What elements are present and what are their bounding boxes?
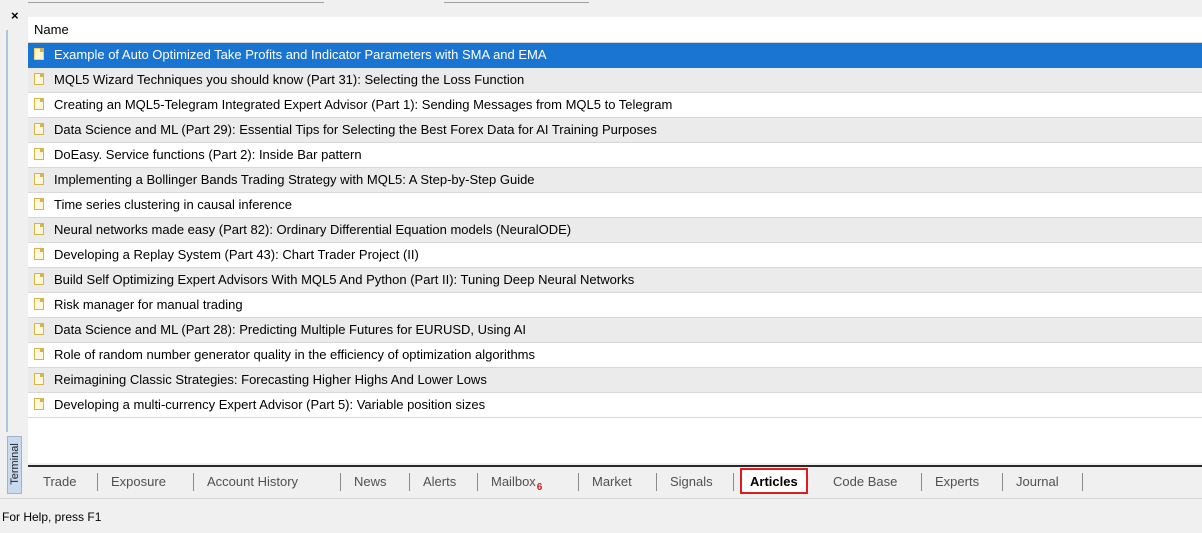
article-title: Role of random number generator quality …	[54, 347, 536, 362]
article-title: Risk manager for manual trading	[54, 297, 243, 312]
top-strip	[28, 0, 1202, 6]
list-item[interactable]: DoEasy. Service functions (Part 2): Insi…	[28, 143, 1202, 168]
terminal-side-tab-label: Terminal	[9, 443, 21, 485]
document-icon	[34, 73, 44, 85]
document-icon	[34, 223, 44, 235]
close-icon[interactable]: ×	[11, 9, 19, 22]
tab-mailbox-label: Mailbox	[491, 474, 536, 489]
article-title: Developing a multi-currency Expert Advis…	[54, 397, 486, 412]
tab-bar-border	[28, 465, 1202, 467]
document-icon	[34, 323, 44, 335]
article-title: Time series clustering in causal inferen…	[54, 197, 292, 212]
document-icon	[34, 348, 44, 360]
article-title: Example of Auto Optimized Take Profits a…	[54, 47, 547, 62]
list-item[interactable]: Data Science and ML (Part 29): Essential…	[28, 118, 1202, 143]
tab-separator	[733, 473, 734, 491]
top-divider-left	[28, 2, 324, 3]
tab-separator	[340, 473, 341, 491]
list-item[interactable]: Developing a multi-currency Expert Advis…	[28, 393, 1202, 418]
tab-separator	[1082, 473, 1083, 491]
tab-alerts[interactable]: Alerts	[423, 472, 456, 492]
document-icon	[34, 123, 44, 135]
document-icon	[34, 48, 44, 60]
tab-separator	[193, 473, 194, 491]
tab-separator	[409, 473, 410, 491]
terminal-side-bar: × Terminal	[0, 0, 28, 498]
terminal-side-tab[interactable]: Terminal	[7, 436, 22, 494]
tab-articles[interactable]: Articles	[740, 468, 808, 494]
list-item[interactable]: MQL5 Wizard Techniques you should know (…	[28, 68, 1202, 93]
list-item[interactable]: Time series clustering in causal inferen…	[28, 193, 1202, 218]
article-title: MQL5 Wizard Techniques you should know (…	[54, 72, 525, 87]
list-item[interactable]: Risk manager for manual trading	[28, 293, 1202, 318]
list-item[interactable]: Implementing a Bollinger Bands Trading S…	[28, 168, 1202, 193]
document-icon	[34, 398, 44, 410]
list-item[interactable]: Creating an MQL5-Telegram Integrated Exp…	[28, 93, 1202, 118]
tab-code-base[interactable]: Code Base	[833, 472, 897, 492]
article-title: Implementing a Bollinger Bands Trading S…	[54, 172, 535, 187]
document-icon	[34, 373, 44, 385]
status-bar: For Help, press F1	[0, 498, 1202, 533]
tab-news[interactable]: News	[354, 472, 387, 492]
list-item[interactable]: Reimagining Classic Strategies: Forecast…	[28, 368, 1202, 393]
list-item[interactable]: Example of Auto Optimized Take Profits a…	[28, 43, 1202, 68]
list-item[interactable]: Role of random number generator quality …	[28, 343, 1202, 368]
tab-separator	[578, 473, 579, 491]
article-title: Developing a Replay System (Part 43): Ch…	[54, 247, 419, 262]
top-divider-right	[444, 2, 589, 3]
terminal-tab-bar: Trade Exposure Account History News Aler…	[28, 463, 1202, 498]
tab-account-history[interactable]: Account History	[207, 472, 298, 492]
document-icon	[34, 198, 44, 210]
tab-signals[interactable]: Signals	[670, 472, 713, 492]
list-item[interactable]: Data Science and ML (Part 28): Predictin…	[28, 318, 1202, 343]
document-icon	[34, 298, 44, 310]
article-title: Reimagining Classic Strategies: Forecast…	[54, 372, 487, 387]
tab-trade[interactable]: Trade	[43, 472, 76, 492]
side-bar-line	[6, 30, 8, 432]
mailbox-count-badge: 6	[536, 482, 543, 493]
articles-list-panel: Name Example of Auto Optimized Take Prof…	[28, 17, 1202, 463]
document-icon	[34, 273, 44, 285]
article-title: Neural networks made easy (Part 82): Ord…	[54, 222, 572, 237]
article-title: Data Science and ML (Part 29): Essential…	[54, 122, 657, 137]
article-title: Build Self Optimizing Expert Advisors Wi…	[54, 272, 635, 287]
tab-journal[interactable]: Journal	[1016, 472, 1059, 492]
tab-mailbox[interactable]: Mailbox6	[491, 472, 543, 493]
list-item[interactable]: Neural networks made easy (Part 82): Ord…	[28, 218, 1202, 243]
tab-separator	[1002, 473, 1003, 491]
article-title: DoEasy. Service functions (Part 2): Insi…	[54, 147, 362, 162]
list-item[interactable]: Developing a Replay System (Part 43): Ch…	[28, 243, 1202, 268]
tab-separator	[921, 473, 922, 491]
document-icon	[34, 173, 44, 185]
article-title: Data Science and ML (Part 28): Predictin…	[54, 322, 527, 337]
list-item[interactable]: Build Self Optimizing Expert Advisors Wi…	[28, 268, 1202, 293]
document-icon	[34, 248, 44, 260]
tab-separator	[97, 473, 98, 491]
article-title: Creating an MQL5-Telegram Integrated Exp…	[54, 97, 673, 112]
tab-experts[interactable]: Experts	[935, 472, 979, 492]
document-icon	[34, 148, 44, 160]
name-column-header[interactable]: Name	[28, 17, 1202, 43]
tab-separator	[477, 473, 478, 491]
tab-exposure[interactable]: Exposure	[111, 472, 166, 492]
status-help-text: For Help, press F1	[2, 510, 102, 524]
tab-market[interactable]: Market	[592, 472, 632, 492]
tab-separator	[656, 473, 657, 491]
document-icon	[34, 98, 44, 110]
